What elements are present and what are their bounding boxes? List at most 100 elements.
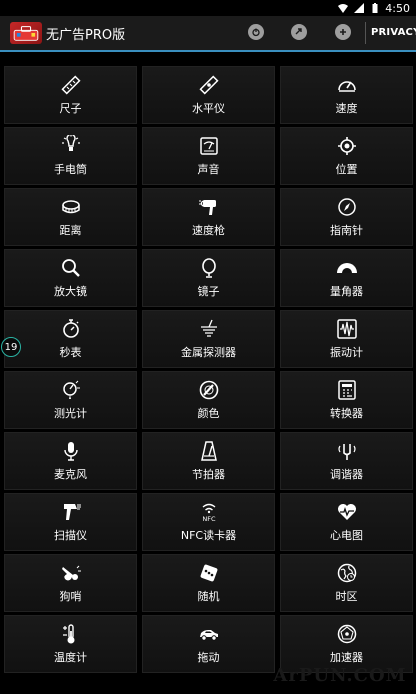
dog-whistle-icon (60, 562, 82, 584)
wifi-icon (337, 2, 349, 14)
converter-icon (336, 379, 358, 401)
tool-label: 随机 (197, 590, 220, 603)
tool-tile-stopwatch[interactable]: 秒表 (4, 310, 137, 368)
tool-tile-dog-whistle[interactable]: 狗哨 (4, 554, 137, 612)
status-time: 4:50 (385, 1, 410, 15)
watermark-logo: ArPUN.COM (266, 658, 414, 692)
tool-label: 温度计 (54, 651, 87, 664)
tool-label: 水平仪 (192, 102, 225, 115)
tool-label: 颜色 (197, 407, 220, 420)
svg-text:NFC: NFC (202, 515, 216, 523)
tool-tile-compass[interactable]: 指南针 (280, 188, 413, 246)
tool-label: 镜子 (197, 285, 220, 298)
privacy-button[interactable]: PRIVACY (371, 27, 416, 38)
tool-label: 扫描仪 (54, 529, 87, 542)
stopwatch-icon (60, 318, 82, 340)
status-bar: 4:50 (0, 0, 416, 16)
tool-label: 麦克风 (54, 468, 87, 481)
tool-tile-nfc[interactable]: NFC NFC读卡器 (142, 493, 275, 551)
action-bar-divider (365, 22, 366, 44)
tool-tile-speed[interactable]: 速度 (280, 66, 413, 124)
tool-tile-level[interactable]: 水平仪 (142, 66, 275, 124)
location-icon (336, 135, 358, 157)
tool-tile-mirror[interactable]: 镜子 (142, 249, 275, 307)
tool-label: 放大镜 (54, 285, 87, 298)
power-icon (252, 28, 260, 37)
nfc-icon: NFC (198, 501, 220, 523)
tool-tile-thermometer[interactable]: 温度计 (4, 615, 137, 673)
tool-tile-timezone[interactable]: 时区 (280, 554, 413, 612)
tools-grid: 尺子 水平仪 速度 手电筒 声音 位置 距离 速度枪 指南针 放大镜 镜子 量角… (4, 66, 413, 673)
floating-badge[interactable]: 19 (1, 337, 21, 357)
add-button[interactable] (335, 24, 351, 40)
tool-label: 指南针 (330, 224, 363, 237)
tool-label: 金属探测器 (181, 346, 236, 359)
mirror-icon (198, 257, 220, 279)
tool-tile-magnifier[interactable]: 放大镜 (4, 249, 137, 307)
tool-tile-random[interactable]: 随机 (142, 554, 275, 612)
tool-label: 声音 (197, 163, 220, 176)
metal-detector-icon (198, 318, 220, 340)
action-bar: 无广告PRO版 PRIVACY (0, 16, 416, 52)
signal-icon (353, 2, 365, 14)
tool-label: 转换器 (330, 407, 363, 420)
tool-label: 尺子 (59, 102, 82, 115)
accelerometer-icon (336, 623, 358, 645)
microphone-icon (60, 440, 82, 462)
tool-tile-color[interactable]: 颜色 (142, 371, 275, 429)
tool-label: 狗哨 (59, 590, 82, 603)
tool-label: 测光计 (54, 407, 87, 420)
tool-label: 拖动 (197, 651, 220, 664)
speedometer-icon (336, 74, 358, 96)
tool-tile-speed-gun[interactable]: 速度枪 (142, 188, 275, 246)
tuner-icon (336, 440, 358, 462)
tool-tile-scanner[interactable]: 扫描仪 (4, 493, 137, 551)
tool-label: 调谐器 (330, 468, 363, 481)
level-icon (198, 74, 220, 96)
status-icons: 4:50 (337, 0, 410, 16)
tool-label: 速度 (335, 102, 358, 115)
tool-tile-ruler[interactable]: 尺子 (4, 66, 137, 124)
tool-label: 距离 (59, 224, 82, 237)
share-button[interactable] (291, 24, 307, 40)
tool-tile-light-meter[interactable]: 测光计 (4, 371, 137, 429)
tool-label: NFC读卡器 (180, 529, 237, 542)
tool-tile-metal-detector[interactable]: 金属探测器 (142, 310, 275, 368)
metronome-icon (198, 440, 220, 462)
timezone-icon (336, 562, 358, 584)
tool-tile-tuner[interactable]: 调谐器 (280, 432, 413, 490)
tool-tile-converter[interactable]: 转换器 (280, 371, 413, 429)
tool-tile-flashlight[interactable]: 手电筒 (4, 127, 137, 185)
tool-tile-drag[interactable]: 拖动 (142, 615, 275, 673)
tool-label: 手电筒 (54, 163, 87, 176)
car-icon (198, 623, 220, 645)
toolbox-icon[interactable] (10, 22, 42, 44)
tool-label: 位置 (335, 163, 358, 176)
tool-label: 时区 (335, 590, 358, 603)
tool-tile-vibrometer[interactable]: 振动计 (280, 310, 413, 368)
scanner-icon (60, 501, 82, 523)
app-title: 无广告PRO版 (46, 28, 126, 43)
tool-tile-heart-rate[interactable]: 心电图 (280, 493, 413, 551)
vibrometer-icon (336, 318, 358, 340)
flashlight-icon (60, 135, 82, 157)
tool-tile-microphone[interactable]: 麦克风 (4, 432, 137, 490)
compass-icon (336, 196, 358, 218)
tool-label: 振动计 (330, 346, 363, 359)
speed-gun-icon (198, 196, 220, 218)
tool-tile-metronome[interactable]: 节拍器 (142, 432, 275, 490)
tool-label: 秒表 (59, 346, 82, 359)
heart-rate-icon (336, 501, 358, 523)
share-icon (295, 28, 302, 35)
tool-tile-protractor[interactable]: 量角器 (280, 249, 413, 307)
tool-label: 节拍器 (192, 468, 225, 481)
tool-tile-sound[interactable]: 声音 (142, 127, 275, 185)
distance-icon (60, 196, 82, 218)
tool-tile-location[interactable]: 位置 (280, 127, 413, 185)
thermometer-icon (60, 623, 82, 645)
protractor-icon (336, 257, 358, 279)
dice-icon (198, 562, 220, 584)
tool-tile-distance[interactable]: 距离 (4, 188, 137, 246)
color-icon (198, 379, 220, 401)
power-button[interactable] (248, 24, 264, 40)
